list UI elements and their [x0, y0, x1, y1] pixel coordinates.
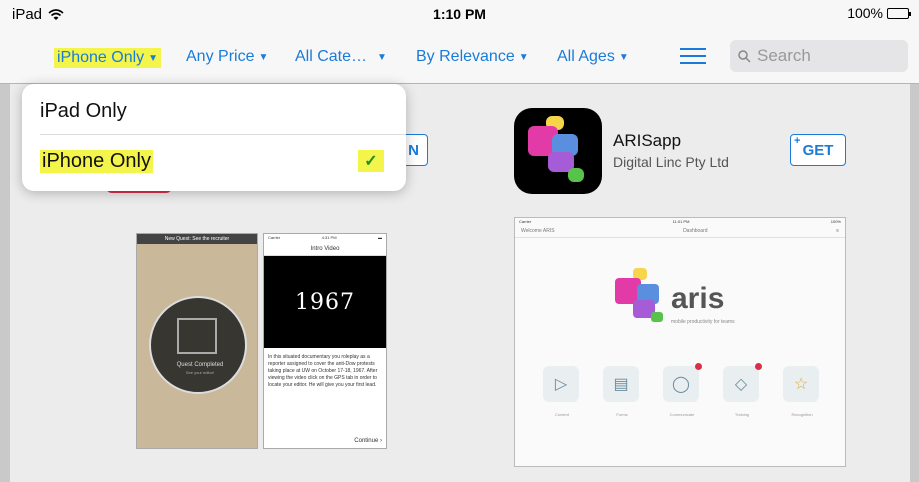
quest-completed-text: Quest Completed [176, 362, 224, 368]
aris-tagline: mobile productivity for teams [671, 319, 735, 325]
ages-filter-label: All Ages [557, 48, 615, 65]
medal-icon: ☆ [783, 366, 819, 402]
search-input[interactable] [757, 46, 897, 66]
document-icon: ▤ [603, 366, 639, 402]
list-icon[interactable] [680, 48, 706, 64]
dropdown-item-iphone-only[interactable]: iPhone Only [40, 150, 153, 173]
sort-filter[interactable]: By Relevance ▼ [416, 48, 529, 66]
device-filter-label: iPhone Only [57, 49, 145, 66]
price-filter-label: Any Price [186, 48, 255, 65]
price-filter[interactable]: Any Price ▼ [186, 48, 268, 66]
caret-down-icon: ▼ [618, 51, 629, 63]
screenshot-topbar: New Quest: See the recruiter [137, 234, 257, 244]
tile-label: Communicate [669, 412, 695, 417]
continue-label: Continue [354, 438, 379, 444]
screenshot-quest-map[interactable]: New Quest: See the recruiter Quest Compl… [136, 233, 258, 449]
checkmark-icon: ✓ [358, 150, 384, 172]
dropdown-item-label: iPhone Only [42, 150, 151, 172]
battery-icon [887, 7, 911, 19]
screenshot-battery-icon: ▬ [377, 235, 382, 240]
aris-logo-icon [611, 268, 671, 324]
checkbox-icon [177, 318, 217, 354]
tile-label: Content [554, 412, 569, 417]
tile-label: Forms [616, 412, 628, 417]
quest-completed-sub: See your editor! [185, 370, 215, 375]
app-developer: Digital Linc Pty Ltd [613, 154, 729, 170]
caret-down-icon: ▼ [148, 52, 159, 64]
arisapp-icon[interactable] [514, 108, 602, 194]
get-button-label: GET [802, 141, 834, 159]
play-icon: ▷ [543, 366, 579, 402]
plus-icon: + [794, 135, 801, 147]
dropdown-item-label: iPad Only [40, 100, 127, 122]
screenshot-carrier: Carrier [268, 235, 281, 240]
dashboard-title: Dashboard [683, 228, 708, 234]
tile-label: Recognition [791, 412, 813, 417]
device-dropdown: iPad Only iPhone Only ✓ [22, 84, 406, 191]
dashboard-tiles: ▷ Content ▤ Forms ◯ Communicate ◇ Training ☆… [543, 363, 821, 417]
tile-training: ◇ Training [723, 363, 762, 417]
status-time: 1:10 PM [433, 6, 486, 22]
screenshot-intro-video[interactable]: Carrier 4:31 PM ▬ Intro Video 1967 In th… [263, 233, 387, 449]
chevron-right-icon: › [380, 438, 382, 444]
sort-filter-label: By Relevance [416, 48, 515, 65]
caret-down-icon: ▼ [258, 51, 269, 63]
chat-icon: ◯ [663, 363, 702, 402]
search-box[interactable] [730, 40, 908, 72]
screenshot-carrier: Carrier [519, 219, 532, 224]
quest-complete-circle: Quest Completed See your editor! [149, 296, 247, 394]
battery: 100% [847, 5, 911, 21]
aris-wordmark: aris [671, 282, 725, 315]
category-filter-label: All Cate… [295, 48, 368, 65]
screenshot-time: 11:01 PM [672, 219, 690, 224]
graduation-cap-icon: ◇ [723, 363, 762, 402]
tile-forms: ▤ Forms [603, 366, 641, 417]
ages-filter[interactable]: All Ages ▼ [557, 48, 629, 66]
screenshot-statusbar: Carrier 4:31 PM ▬ [264, 234, 386, 242]
video-frame: 1967 [264, 256, 386, 348]
get-button[interactable]: + GET [790, 134, 846, 166]
status-bar: iPad 1:10 PM 100% [0, 0, 919, 26]
app-name[interactable]: ARISapp [613, 131, 681, 151]
battery-percent: 100% [847, 5, 883, 21]
screenshot-header: Welcome ARIS Dashboard ≡ [515, 226, 845, 238]
category-filter[interactable]: All Cate… ▼ [295, 48, 387, 66]
tile-communicate: ◯ Communicate [663, 363, 702, 417]
screenshot-description: In this situated documentary you rolepla… [268, 354, 378, 388]
dropdown-divider [40, 134, 406, 135]
search-icon [738, 49, 751, 63]
tile-content: ▷ Content [543, 366, 581, 417]
screenshot-battery: 100% [830, 219, 841, 224]
continue-link: Continue › [354, 438, 382, 444]
screenshot-title: Intro Video [264, 242, 386, 256]
screenshot-dashboard[interactable]: Carrier 11:01 PM 100% Welcome ARIS Dashb… [514, 217, 846, 467]
caret-down-icon: ▼ [518, 51, 529, 63]
screenshot-statusbar: Carrier 11:01 PM 100% [515, 218, 845, 226]
menu-icon: ≡ [836, 228, 839, 234]
dropdown-item-ipad-only[interactable]: iPad Only [40, 100, 127, 123]
tile-label: Training [734, 412, 750, 417]
tile-recognition: ☆ Recognition [783, 366, 821, 417]
screenshot-time: 4:31 PM [321, 235, 337, 240]
caret-down-icon: ▼ [377, 51, 387, 63]
welcome-label: Welcome ARIS [521, 228, 555, 234]
device-filter[interactable]: iPhone Only ▼ [54, 48, 162, 68]
